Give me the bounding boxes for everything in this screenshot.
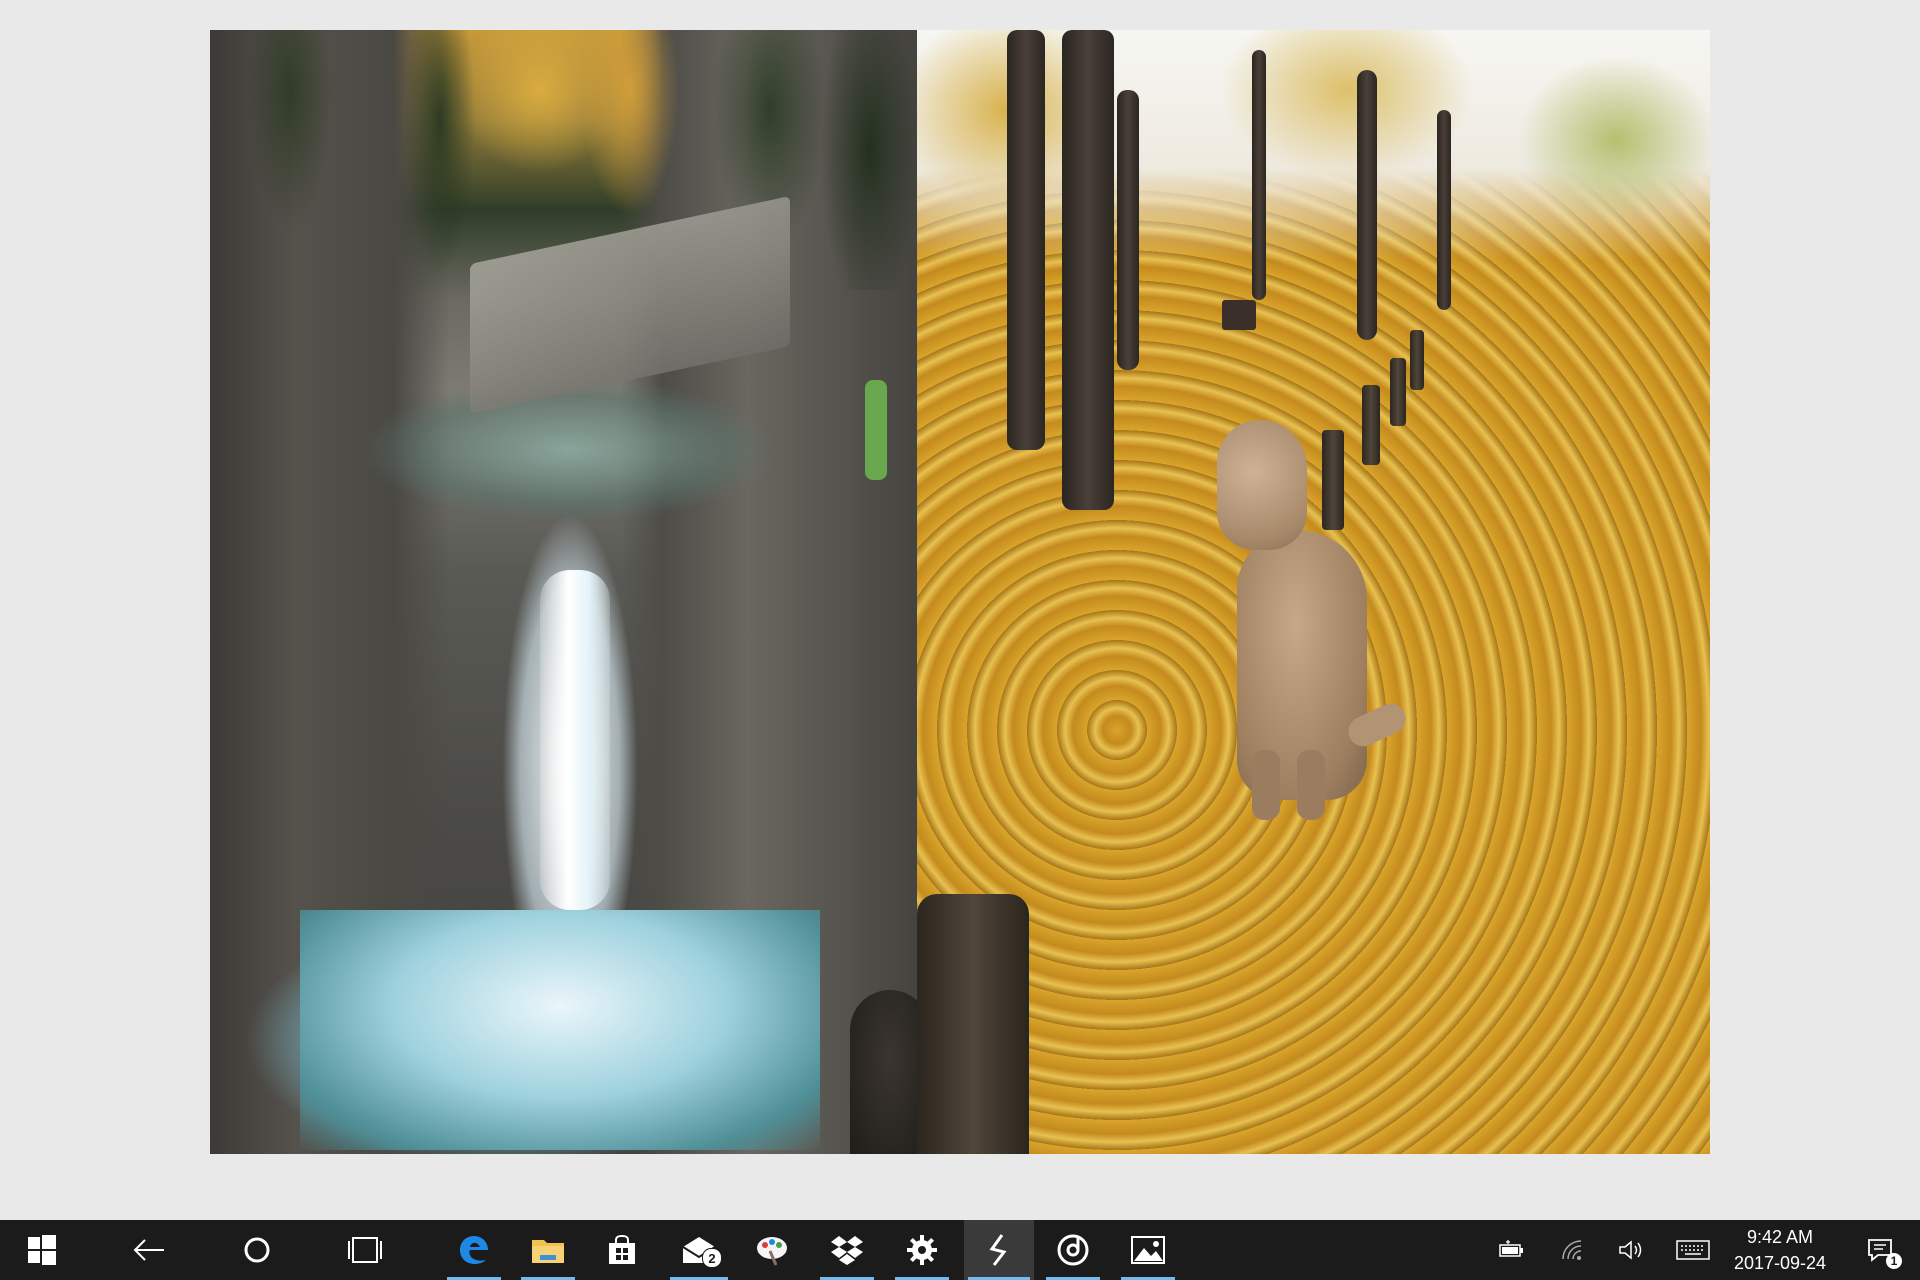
back-arrow-icon — [133, 1239, 164, 1261]
groove-music-icon — [1057, 1234, 1089, 1266]
battery-icon — [1499, 1240, 1523, 1257]
tree-trunk — [1437, 110, 1451, 310]
bolt-app-button[interactable] — [964, 1220, 1034, 1280]
file-explorer-icon — [532, 1240, 564, 1263]
settings-icon — [907, 1235, 937, 1265]
tree-trunk — [1252, 50, 1266, 300]
edge-button[interactable] — [443, 1220, 505, 1280]
wifi-icon — [1562, 1240, 1582, 1260]
mail-button[interactable]: 2 — [666, 1220, 732, 1280]
task-view-button[interactable] — [326, 1220, 404, 1280]
park-bench — [1222, 300, 1256, 330]
dog — [1217, 420, 1417, 840]
clock-date: 2017-09-24 — [1733, 1253, 1827, 1273]
waterfall-stream — [540, 570, 610, 910]
taskbar-clock[interactable]: 9:42 AM 2017-09-24 — [1720, 1220, 1840, 1280]
wifi-button[interactable] — [1550, 1220, 1594, 1280]
paint-icon — [757, 1237, 787, 1266]
dropbox-icon — [831, 1236, 863, 1265]
edge-icon — [460, 1236, 488, 1264]
start-button[interactable] — [0, 1220, 84, 1280]
volume-button[interactable] — [1610, 1220, 1654, 1280]
fence-post — [1410, 330, 1424, 390]
task-view-icon — [348, 1237, 382, 1263]
taskbar: 2 9:42 AM 2017-09-24 1 — [0, 1220, 1920, 1280]
store-button[interactable] — [591, 1220, 653, 1280]
dog-photo — [917, 30, 1710, 1154]
dog-head — [1217, 420, 1307, 550]
touch-keyboard-button[interactable] — [1670, 1220, 1716, 1280]
photo-viewer-image[interactable] — [210, 30, 1710, 1154]
cortana-button[interactable] — [218, 1220, 296, 1280]
photos-button[interactable] — [1117, 1220, 1179, 1280]
back-button[interactable] — [110, 1220, 188, 1280]
fence-post — [1390, 358, 1406, 426]
file-explorer-button[interactable] — [517, 1220, 579, 1280]
action-center-button[interactable]: 1 — [1852, 1220, 1908, 1280]
app-bolt-icon — [989, 1234, 1007, 1266]
battery-button[interactable] — [1490, 1220, 1534, 1280]
touch-keyboard-icon — [1676, 1240, 1710, 1260]
dog-leg — [1252, 750, 1280, 820]
settings-button[interactable] — [891, 1220, 953, 1280]
river-rapids — [300, 910, 820, 1150]
tree-trunk — [1062, 30, 1114, 510]
store-icon — [609, 1234, 635, 1264]
mail-unread-badge: 2 — [702, 1248, 722, 1268]
groove-music-button[interactable] — [1042, 1220, 1104, 1280]
dog-leg — [1297, 750, 1325, 820]
paint-button[interactable] — [741, 1220, 803, 1280]
notification-count-badge: 1 — [1886, 1253, 1902, 1269]
clock-time: 9:42 AM — [1746, 1227, 1814, 1247]
waterfall-photo — [210, 30, 930, 1154]
tree-trunk — [1357, 70, 1377, 340]
start-icon — [28, 1235, 56, 1265]
foreground-post — [917, 894, 1029, 1154]
tree-trunk — [1007, 30, 1045, 450]
cortana-icon — [244, 1237, 270, 1263]
tree-trunk — [1117, 90, 1139, 370]
dropbox-button[interactable] — [816, 1220, 878, 1280]
volume-icon — [1619, 1240, 1642, 1260]
desktop-background — [0, 0, 1920, 1220]
photos-icon — [1131, 1236, 1165, 1264]
visitor-figure — [865, 380, 887, 480]
